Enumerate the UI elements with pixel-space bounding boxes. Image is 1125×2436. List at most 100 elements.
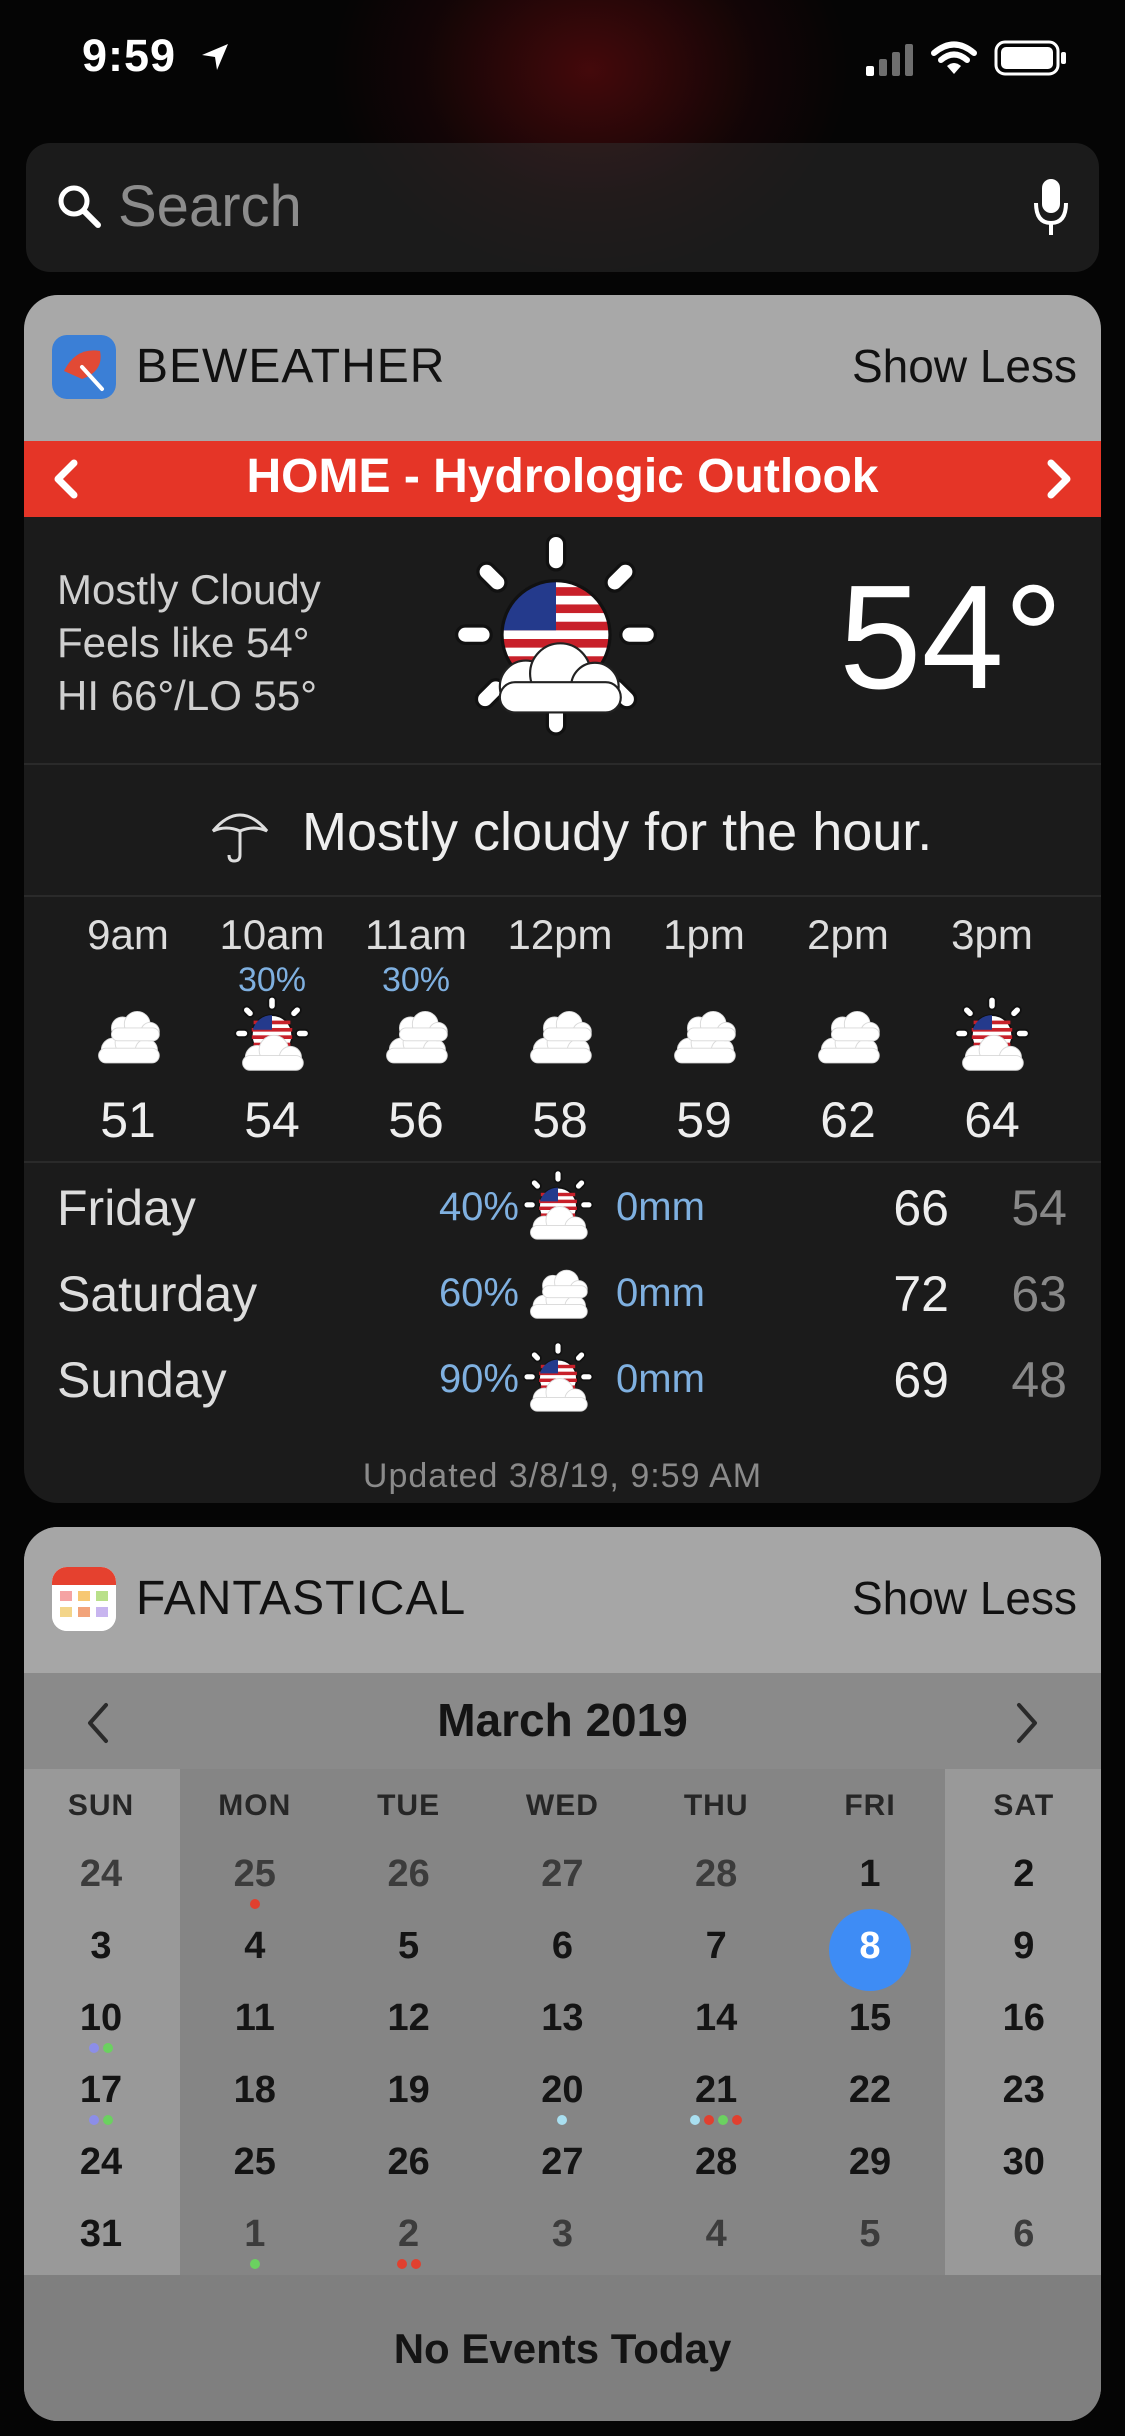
- calendar-day[interactable]: 31: [24, 2203, 178, 2275]
- hour-summary: Mostly cloudy for the hour.: [24, 765, 1101, 895]
- chevron-right-icon[interactable]: [1011, 1699, 1043, 1747]
- day-rainfall: 0mm: [616, 1357, 705, 1401]
- microphone-icon[interactable]: [1033, 177, 1069, 239]
- beweather-widget: BEWEATHER Show Less HOME - Hydrologic Ou…: [24, 295, 1101, 1503]
- current-conditions[interactable]: Mostly Cloudy Feels like 54° HI 66°/LO 5…: [24, 517, 1101, 763]
- umbrella-icon: [211, 813, 269, 863]
- day-number: 5: [859, 2213, 881, 2255]
- calendar-day[interactable]: 29: [793, 2131, 947, 2203]
- partly-cloudy-icon: [226, 993, 318, 1085]
- calendar-day[interactable]: 15: [793, 1987, 947, 2059]
- day-number: 3: [551, 2213, 573, 2255]
- event-dot: [704, 2115, 715, 2125]
- calendar-day[interactable]: 21: [639, 2059, 793, 2131]
- daily-row[interactable]: Friday 40% 0mm 66 54: [24, 1167, 1101, 1253]
- calendar-day[interactable]: 25: [178, 1843, 332, 1915]
- day-number: 20: [541, 2069, 584, 2111]
- calendar-day[interactable]: 19: [332, 2059, 486, 2131]
- day-number: 21: [695, 2069, 738, 2111]
- calendar-day[interactable]: 17: [24, 2059, 178, 2131]
- calendar-day[interactable]: 18: [178, 2059, 332, 2131]
- calendar-day[interactable]: 22: [793, 2059, 947, 2131]
- hour-summary-text: Mostly cloudy for the hour.: [302, 802, 933, 862]
- status-bar: 9:59: [0, 0, 1125, 120]
- cloudy-icon: [510, 1253, 606, 1339]
- day-number: 31: [79, 2213, 123, 2255]
- show-less-button[interactable]: Show Less: [852, 339, 1077, 393]
- calendar-day[interactable]: 25: [178, 2131, 332, 2203]
- calendar-grid: SUN MON TUE WED THU FRI SAT 24 25 26 27 28 1 2 3 4 5 6 7 8 9…: [24, 1769, 1101, 2275]
- daily-row[interactable]: Sunday 90% 0mm 69 48: [24, 1339, 1101, 1425]
- day-high: 72: [893, 1266, 949, 1322]
- calendar-day[interactable]: 11: [178, 1987, 332, 2059]
- calendar-day[interactable]: 26: [332, 2131, 486, 2203]
- calendar-day[interactable]: 4: [639, 2203, 793, 2275]
- calendar-day[interactable]: 5: [332, 1915, 486, 1987]
- calendar-day[interactable]: 13: [485, 1987, 639, 2059]
- calendar-day[interactable]: 6: [947, 2203, 1101, 2275]
- day-number: 24: [79, 2141, 123, 2183]
- calendar-day[interactable]: 2: [332, 2203, 486, 2275]
- show-less-button[interactable]: Show Less: [852, 1571, 1077, 1625]
- partly-cloudy-icon: [946, 993, 1038, 1085]
- event-dot: [732, 2115, 743, 2125]
- weekday-label: SAT: [993, 1789, 1055, 1822]
- calendar-day[interactable]: 24: [24, 1843, 178, 1915]
- hour-temperature: 62: [820, 1092, 876, 1148]
- event-dot: [249, 1899, 260, 1909]
- calendar-day[interactable]: 6: [485, 1915, 639, 1987]
- calendar-day[interactable]: 30: [947, 2131, 1101, 2203]
- calendar-day[interactable]: 10: [24, 1987, 178, 2059]
- location-title[interactable]: HOME - Hydrologic Outlook: [24, 449, 1101, 504]
- event-dots: [332, 2259, 486, 2271]
- calendar-day[interactable]: 28: [639, 1843, 793, 1915]
- calendar-day[interactable]: 28: [639, 2131, 793, 2203]
- calendar-day[interactable]: 1: [178, 2203, 332, 2275]
- calendar-day[interactable]: 9: [947, 1915, 1101, 1987]
- day-high: 66: [893, 1180, 949, 1236]
- event-dots: [178, 2259, 332, 2271]
- calendar-day[interactable]: 27: [485, 1843, 639, 1915]
- hour-time: 11am: [365, 911, 467, 958]
- calendar-day[interactable]: 3: [485, 2203, 639, 2275]
- calendar-day[interactable]: 24: [24, 2131, 178, 2203]
- daily-row[interactable]: Saturday 60% 0mm 72 63: [24, 1253, 1101, 1339]
- day-number: 23: [1002, 2069, 1045, 2111]
- calendar-day[interactable]: 4: [178, 1915, 332, 1987]
- calendar-day[interactable]: 16: [947, 1987, 1101, 2059]
- day-precip: 40%: [438, 1185, 519, 1229]
- calendar-day[interactable]: 7: [639, 1915, 793, 1987]
- month-navigation: March 2019: [24, 1673, 1101, 1769]
- day-number: 12: [387, 1997, 430, 2039]
- day-number: 19: [387, 2069, 430, 2111]
- day-name: Friday: [57, 1180, 196, 1236]
- hour-time: 9am: [87, 911, 169, 958]
- calendar-day[interactable]: 27: [485, 2131, 639, 2203]
- day-number: 28: [695, 2141, 738, 2183]
- events-footer: No Events Today: [24, 2275, 1101, 2421]
- calendar-day[interactable]: 12: [332, 1987, 486, 2059]
- chevron-right-icon[interactable]: [1039, 457, 1079, 501]
- event-dots: [24, 2043, 178, 2055]
- day-number: 14: [695, 1997, 738, 2039]
- event-dot: [103, 2115, 113, 2125]
- no-events-text: No Events Today: [393, 2325, 732, 2372]
- beweather-app-icon: [52, 335, 116, 399]
- calendar-day[interactable]: 3: [24, 1915, 178, 1987]
- calendar-day[interactable]: 20: [485, 2059, 639, 2131]
- calendar-day[interactable]: 5: [793, 2203, 947, 2275]
- month-title: March 2019: [437, 1694, 688, 1746]
- calendar-day[interactable]: 2: [947, 1843, 1101, 1915]
- calendar-day-today[interactable]: 8: [793, 1909, 947, 1991]
- calendar-day[interactable]: 26: [332, 1843, 486, 1915]
- search-bar[interactable]: Search: [26, 143, 1099, 272]
- widget-title: BEWEATHER: [136, 340, 446, 393]
- day-number: 25: [233, 1853, 276, 1895]
- hour-temperature: 54: [244, 1092, 300, 1148]
- hour-temperature: 64: [964, 1092, 1020, 1148]
- calendar-day[interactable]: 23: [947, 2059, 1101, 2131]
- day-number: 28: [695, 1853, 738, 1895]
- event-dot: [410, 2259, 421, 2269]
- calendar-day[interactable]: 1: [793, 1843, 947, 1915]
- calendar-day[interactable]: 14: [639, 1987, 793, 2059]
